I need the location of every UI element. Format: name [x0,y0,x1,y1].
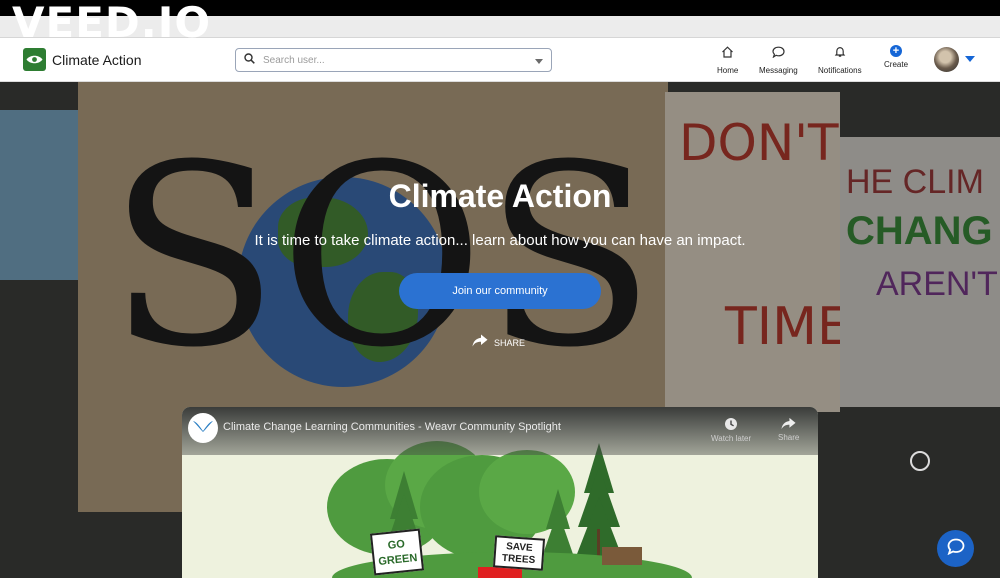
join-community-button[interactable]: Join our community [399,273,601,309]
video-title[interactable]: Climate Change Learning Communities - We… [223,421,561,433]
watch-later-button[interactable]: Watch later [711,416,751,443]
bell-icon [834,45,846,63]
nav-home-label: Home [717,66,739,75]
save-trees-sign: SAVE TREES [492,535,546,571]
chat-launcher-button[interactable] [937,530,974,567]
search-icon [244,51,255,69]
share-arrow-icon [472,334,488,352]
search-input[interactable] [263,54,535,66]
chevron-down-icon[interactable] [535,51,543,69]
video-share-button[interactable]: Share [778,416,799,442]
home-icon [721,45,734,63]
nav-notifications[interactable]: Notifications [818,45,862,75]
brand-title: Climate Action [52,51,142,68]
avatar[interactable] [934,47,959,72]
share-button[interactable]: SHARE [472,334,525,352]
watch-later-label: Watch later [711,434,752,443]
nav-create[interactable]: + Create [884,45,908,69]
nav-messaging[interactable]: Messaging [759,45,798,75]
video-share-label: Share [778,433,800,442]
nav-create-label: Create [884,60,909,69]
hero-title: Climate Action [388,178,612,214]
chat-bubble-icon [946,538,965,560]
share-label: SHARE [494,338,526,348]
clock-icon [724,417,738,433]
nav-messaging-label: Messaging [759,66,798,75]
go-green-sign: GO GREEN [369,528,425,576]
hero-subtitle: It is time to take climate action... lea… [254,232,746,249]
eye-logo-icon [23,48,46,71]
veed-watermark: VEED.IO [12,0,212,47]
nav-home[interactable]: Home [717,45,738,75]
plus-circle-icon: + [890,45,902,57]
nav-notifications-label: Notifications [818,66,862,75]
avatar-menu-caret-icon[interactable] [965,56,975,62]
channel-avatar[interactable] [188,413,218,443]
brand[interactable]: Climate Action [23,48,141,71]
video-share-icon [781,417,796,432]
video-embed[interactable]: GO GREEN SAVE TREES Climate Change Learn… [182,407,818,578]
cursor-indicator [910,451,930,471]
hero-section: SOS DON'T TIME HE CLIM CHANG AREN'T Clim… [0,82,1000,578]
chat-bubble-icon [772,45,785,63]
weavr-logo-icon [192,419,214,438]
search-box[interactable] [235,48,552,72]
